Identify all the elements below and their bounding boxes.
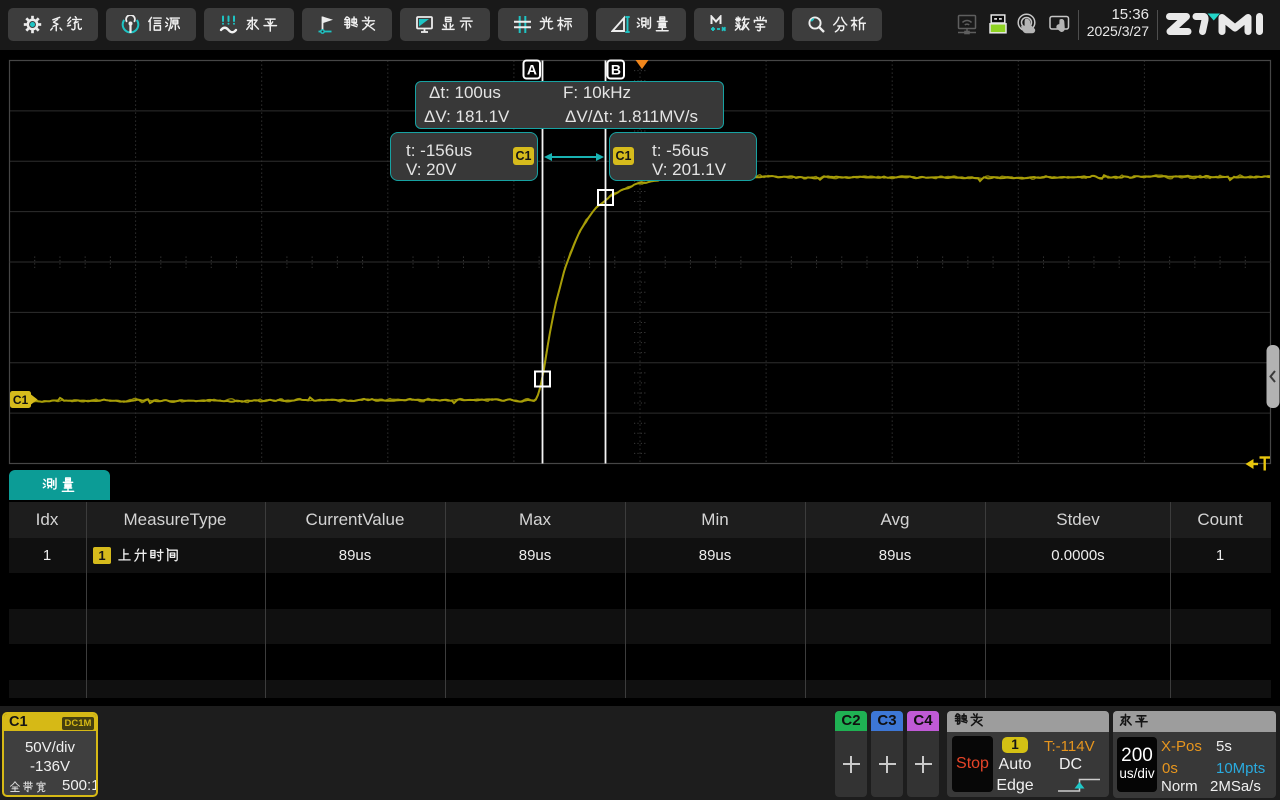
svg-text:A: A	[527, 62, 537, 78]
svg-text:C1: C1	[13, 393, 29, 407]
svg-text:B: B	[611, 62, 621, 78]
